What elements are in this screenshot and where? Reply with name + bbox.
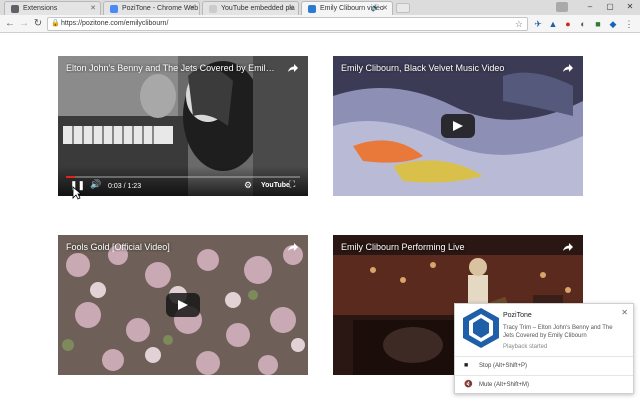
- video-player-3[interactable]: Fools Gold [Official Video]: [58, 235, 308, 375]
- tab-pozitone-store[interactable]: PoziTone - Chrome Web ✕: [103, 1, 200, 15]
- tab-youtube-embedded[interactable]: YouTube embedded pla ✕: [202, 1, 299, 15]
- notification-app-name: PoziTone: [503, 312, 532, 319]
- notification-status: Playback started: [503, 344, 548, 350]
- share-icon[interactable]: [562, 62, 574, 74]
- extension-icon[interactable]: ■: [592, 18, 604, 30]
- time-display: 0:03 / 1:23: [108, 183, 142, 190]
- action-label: Stop (Alt+Shift+P): [479, 363, 528, 369]
- chrome-webstore-icon: [110, 5, 118, 13]
- browser-toolbar: ← → ↻ 🔒 https://pozitone.com/emilyclibou…: [0, 15, 640, 33]
- mute-icon: 🔇: [464, 381, 473, 388]
- notification-close-icon[interactable]: ✕: [621, 308, 628, 317]
- pozitone-notification[interactable]: PoziTone ✕ Tracy Trim – Elton John's Ben…: [454, 303, 634, 394]
- pozitone-logo: [463, 308, 499, 348]
- site-favicon-icon: [308, 5, 316, 13]
- maximize-icon[interactable]: ▢: [600, 0, 620, 13]
- mouse-cursor-icon: [72, 186, 82, 200]
- play-icon: [178, 300, 188, 310]
- video-title[interactable]: Fools Gold [Official Video]: [66, 242, 278, 252]
- puzzle-icon: [11, 5, 19, 13]
- tab-label: Extensions: [23, 5, 58, 12]
- tab-close-icon[interactable]: ✕: [382, 4, 388, 12]
- share-icon[interactable]: [287, 62, 299, 74]
- address-url: https://pozitone.com/emilyclibourn/: [61, 20, 169, 27]
- share-icon[interactable]: [562, 241, 574, 253]
- forward-arrow-icon[interactable]: →: [18, 17, 30, 31]
- window-close-icon[interactable]: ✕: [620, 0, 640, 13]
- play-icon: [453, 121, 463, 131]
- tab-emily-clibourn[interactable]: Emily Clibourn video 🔊 ✕: [301, 1, 393, 15]
- fullscreen-icon[interactable]: ⛶: [289, 179, 295, 190]
- new-tab-button[interactable]: [396, 3, 410, 13]
- extension-icon[interactable]: ▲: [547, 18, 559, 30]
- back-arrow-icon[interactable]: ←: [4, 17, 16, 31]
- audio-playing-icon[interactable]: 🔊: [371, 4, 380, 12]
- notification-message: Tracy Trim – Elton John's Benny and The …: [503, 325, 613, 339]
- bookmark-star-icon[interactable]: ☆: [515, 18, 523, 30]
- progress-fill: [66, 176, 76, 178]
- tab-label: PoziTone - Chrome Web: [122, 5, 199, 12]
- pozitone-extension-icon[interactable]: ✈: [532, 18, 544, 30]
- tab-close-icon[interactable]: ✕: [90, 4, 96, 12]
- minimize-icon[interactable]: –: [580, 0, 600, 13]
- volume-icon[interactable]: 🔊: [90, 179, 101, 190]
- address-bar[interactable]: 🔒 https://pozitone.com/emilyclibourn/ ☆: [47, 17, 528, 31]
- stop-icon: ■: [464, 362, 469, 369]
- extension-icon[interactable]: ●: [562, 18, 574, 30]
- mute-action-button[interactable]: 🔇 Mute (Alt+Shift+M): [455, 375, 633, 395]
- play-button[interactable]: [441, 114, 475, 138]
- profile-avatar[interactable]: [556, 2, 568, 12]
- share-icon[interactable]: [287, 241, 299, 253]
- video-title[interactable]: Elton John's Benny and The Jets Covered …: [66, 63, 278, 73]
- menu-dots-icon[interactable]: ⋮: [623, 18, 635, 30]
- tab-close-icon[interactable]: ✕: [189, 4, 195, 12]
- lock-icon: 🔒: [51, 20, 60, 27]
- video-player-1[interactable]: Elton John's Benny and The Jets Covered …: [58, 56, 308, 196]
- play-button[interactable]: [166, 293, 200, 317]
- progress-bar[interactable]: [66, 176, 300, 178]
- action-label: Mute (Alt+Shift+M): [479, 382, 530, 388]
- video-title[interactable]: Emily Clibourn, Black Velvet Music Video: [341, 63, 553, 73]
- stop-action-button[interactable]: ■ Stop (Alt+Shift+P): [455, 356, 633, 376]
- extension-icon[interactable]: ◐: [577, 18, 589, 30]
- tab-extensions[interactable]: Extensions ✕: [4, 1, 101, 15]
- reload-icon[interactable]: ↻: [32, 17, 44, 31]
- video-player-2[interactable]: Emily Clibourn, Black Velvet Music Video: [333, 56, 583, 196]
- page-icon: [209, 5, 217, 13]
- settings-gear-icon[interactable]: ⚙: [244, 180, 252, 191]
- tab-strip: Extensions ✕ PoziTone - Chrome Web ✕ You…: [0, 0, 640, 15]
- tab-close-icon[interactable]: ✕: [288, 4, 294, 12]
- video-title[interactable]: Emily Clibourn Performing Live: [341, 242, 553, 252]
- tab-label: YouTube embedded pla: [221, 5, 295, 12]
- youtube-logo[interactable]: YouTube: [261, 182, 290, 189]
- extension-icon[interactable]: ◆: [607, 18, 619, 30]
